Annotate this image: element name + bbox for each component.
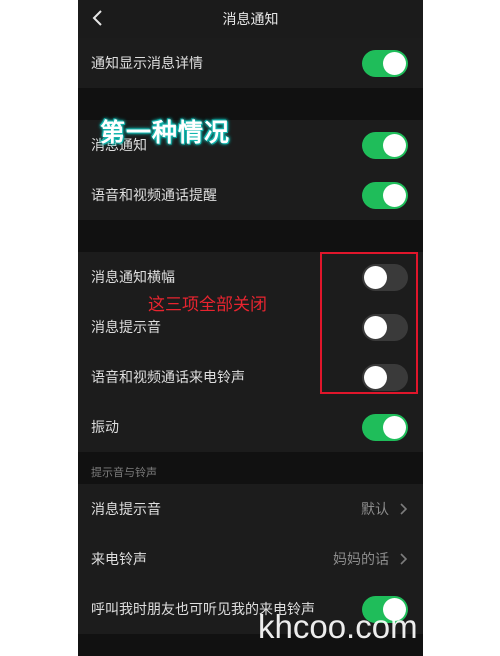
row-ringtone[interactable]: 来电铃声 妈妈的话 — [78, 534, 423, 584]
row-label: 振动 — [91, 420, 119, 436]
row-message-tone[interactable]: 消息提示音 默认 — [78, 484, 423, 534]
row-show-message-details: 通知显示消息详情 — [78, 38, 423, 88]
row-label: 来电铃声 — [91, 552, 147, 568]
row-call-reminder: 语音和视频通话提醒 — [78, 170, 423, 220]
row-label: 消息提示音 — [91, 320, 161, 336]
annotation-highlight-box — [320, 252, 418, 394]
row-label: 通知显示消息详情 — [91, 56, 203, 72]
nav-bar: 消息通知 — [78, 0, 423, 38]
toggle-message-notification[interactable] — [362, 132, 408, 159]
toggle-call-reminder[interactable] — [362, 182, 408, 209]
annotation-title: 第一种情况 — [100, 118, 231, 147]
watermark: khcoo.com — [258, 608, 418, 645]
toggle-knob — [383, 184, 406, 207]
toggle-show-message-details[interactable] — [362, 50, 408, 77]
toggle-knob — [383, 416, 406, 439]
toggle-knob — [383, 134, 406, 157]
page-title: 消息通知 — [222, 12, 279, 28]
toggle-knob — [383, 52, 406, 75]
toggle-vibration[interactable] — [362, 414, 408, 441]
row-label: 语音和视频通话提醒 — [91, 188, 217, 204]
section-header-sounds: 提示音与铃声 — [91, 466, 157, 479]
row-label: 消息提示音 — [91, 502, 161, 518]
row-vibration: 振动 — [78, 402, 423, 452]
row-label: 消息通知横幅 — [91, 270, 175, 286]
chevron-right-icon — [400, 503, 407, 515]
settings-group-details: 通知显示消息详情 — [78, 38, 423, 88]
row-value: 妈妈的话 — [333, 552, 389, 568]
annotation-note: 这三项全部关闭 — [148, 295, 267, 315]
chevron-right-icon — [400, 553, 407, 565]
row-value: 默认 — [361, 502, 389, 518]
row-label: 语音和视频通话来电铃声 — [91, 370, 245, 386]
